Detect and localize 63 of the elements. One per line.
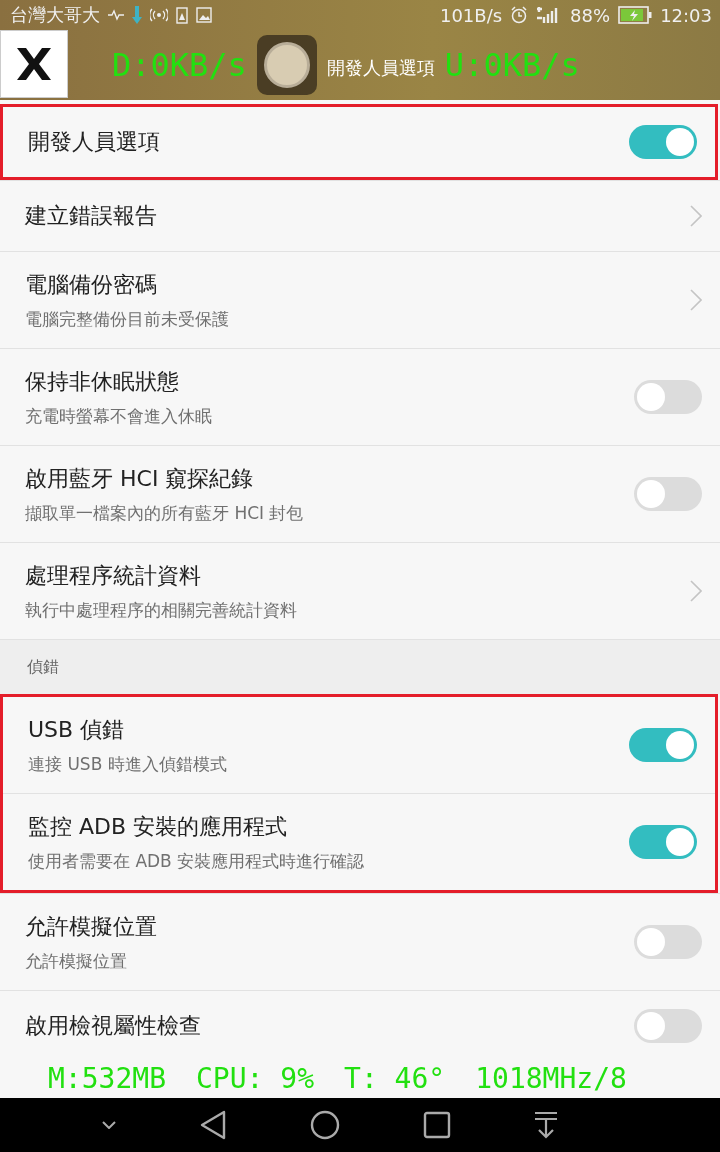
image-icon	[196, 7, 212, 23]
settings-row[interactable]: 啟用藍牙 HCI 窺探紀錄 擷取單一檔案內的所有藍牙 HCI 封包	[0, 446, 720, 543]
settings-row[interactable]: 監控 ADB 安裝的應用程式 使用者需要在 ADB 安裝應用程式時進行確認	[3, 794, 715, 890]
setting-title: 處理程序統計資料	[25, 561, 202, 590]
setting-title: 保持非休眠狀態	[25, 367, 180, 396]
setting-title: 允許模擬位置	[25, 912, 158, 941]
settings-row[interactable]: 電腦備份密碼 電腦完整備份目前未受保護	[0, 252, 720, 349]
battery-icon	[618, 6, 653, 24]
network-speed: 101B/s	[439, 4, 503, 26]
setting-description: 使用者需要在 ADB 安裝應用程式時進行確認	[28, 849, 366, 873]
setting-description: 擷取單一檔案內的所有藍牙 HCI 封包	[25, 501, 305, 525]
chevron-right-icon	[690, 205, 702, 227]
system-stats-overlay: T: 46°	[344, 1061, 446, 1095]
network-speed-overlay: D:0KB/s	[112, 46, 247, 84]
setting-title: USB 偵錯	[28, 715, 126, 744]
floating-assist-button[interactable]	[256, 35, 317, 95]
system-stats-overlay: M:532MB	[48, 1061, 166, 1095]
system-stats-overlay: 1018MHz/8	[475, 1061, 627, 1095]
page-title: 開發人員選項	[326, 56, 435, 80]
setting-title: 開發人員選項	[28, 128, 161, 156]
toggle-switch[interactable]	[634, 925, 702, 959]
section-header: 偵錯	[0, 639, 720, 694]
setting-description: 電腦完整備份目前未受保護	[25, 307, 230, 331]
toggle-switch[interactable]	[629, 825, 697, 859]
download-icon	[132, 6, 142, 24]
setting-title: 啟用檢視屬性檢查	[25, 1012, 202, 1040]
recents-icon[interactable]	[423, 1111, 452, 1139]
carrier-name: 台灣大哥大	[10, 3, 100, 27]
battery-percent: 88%	[570, 4, 611, 26]
clock: 12:03	[660, 4, 712, 26]
toggle-switch[interactable]	[634, 477, 702, 511]
setting-description: 允許模擬位置	[25, 949, 128, 973]
settings-row[interactable]: 開發人員選項	[3, 107, 715, 177]
hotspot-icon	[150, 8, 168, 22]
pulse-icon	[108, 9, 124, 21]
setting-title: 建立錯誤報告	[25, 202, 158, 230]
toggle-switch[interactable]	[634, 1009, 702, 1043]
toggle-switch[interactable]	[629, 728, 697, 762]
setting-title: 啟用藍牙 HCI 窺探紀錄	[25, 464, 255, 493]
network-speed-overlay: U:0KB/s	[444, 46, 580, 84]
setting-title: 監控 ADB 安裝的應用程式	[28, 812, 289, 841]
toggle-switch[interactable]	[629, 125, 697, 159]
home-icon[interactable]	[309, 1110, 340, 1140]
toggle-switch[interactable]	[634, 380, 702, 414]
chevron-right-icon	[690, 289, 702, 311]
settings-row[interactable]: 處理程序統計資料 執行中處理程序的相關完善統計資料	[0, 543, 720, 639]
settings-row[interactable]: 保持非休眠狀態 充電時螢幕不會進入休眠	[0, 349, 720, 446]
close-button[interactable]	[0, 30, 68, 98]
chevron-right-icon	[690, 580, 702, 602]
settings-row[interactable]: USB 偵錯 連接 USB 時進入偵錯模式	[3, 697, 715, 794]
setting-title: 電腦備份密碼	[25, 270, 158, 299]
alarm-icon	[510, 6, 529, 24]
setting-description: 充電時螢幕不會進入休眠	[25, 404, 213, 428]
notification-pull-icon[interactable]	[534, 1111, 559, 1139]
settings-row[interactable]: 建立錯誤報告	[0, 181, 720, 252]
setting-description: 執行中處理程序的相關完善統計資料	[25, 598, 298, 622]
settings-row[interactable]: 允許模擬位置 允許模擬位置	[0, 894, 720, 991]
back-icon[interactable]	[198, 1110, 227, 1140]
chevron-down-icon[interactable]	[101, 1121, 116, 1129]
setting-description: 連接 USB 時進入偵錯模式	[28, 752, 228, 776]
system-stats-overlay: CPU: 9%	[196, 1061, 315, 1095]
settings-row[interactable]: 啟用檢視屬性檢查	[0, 991, 720, 1058]
battery-warning-icon	[176, 6, 188, 24]
